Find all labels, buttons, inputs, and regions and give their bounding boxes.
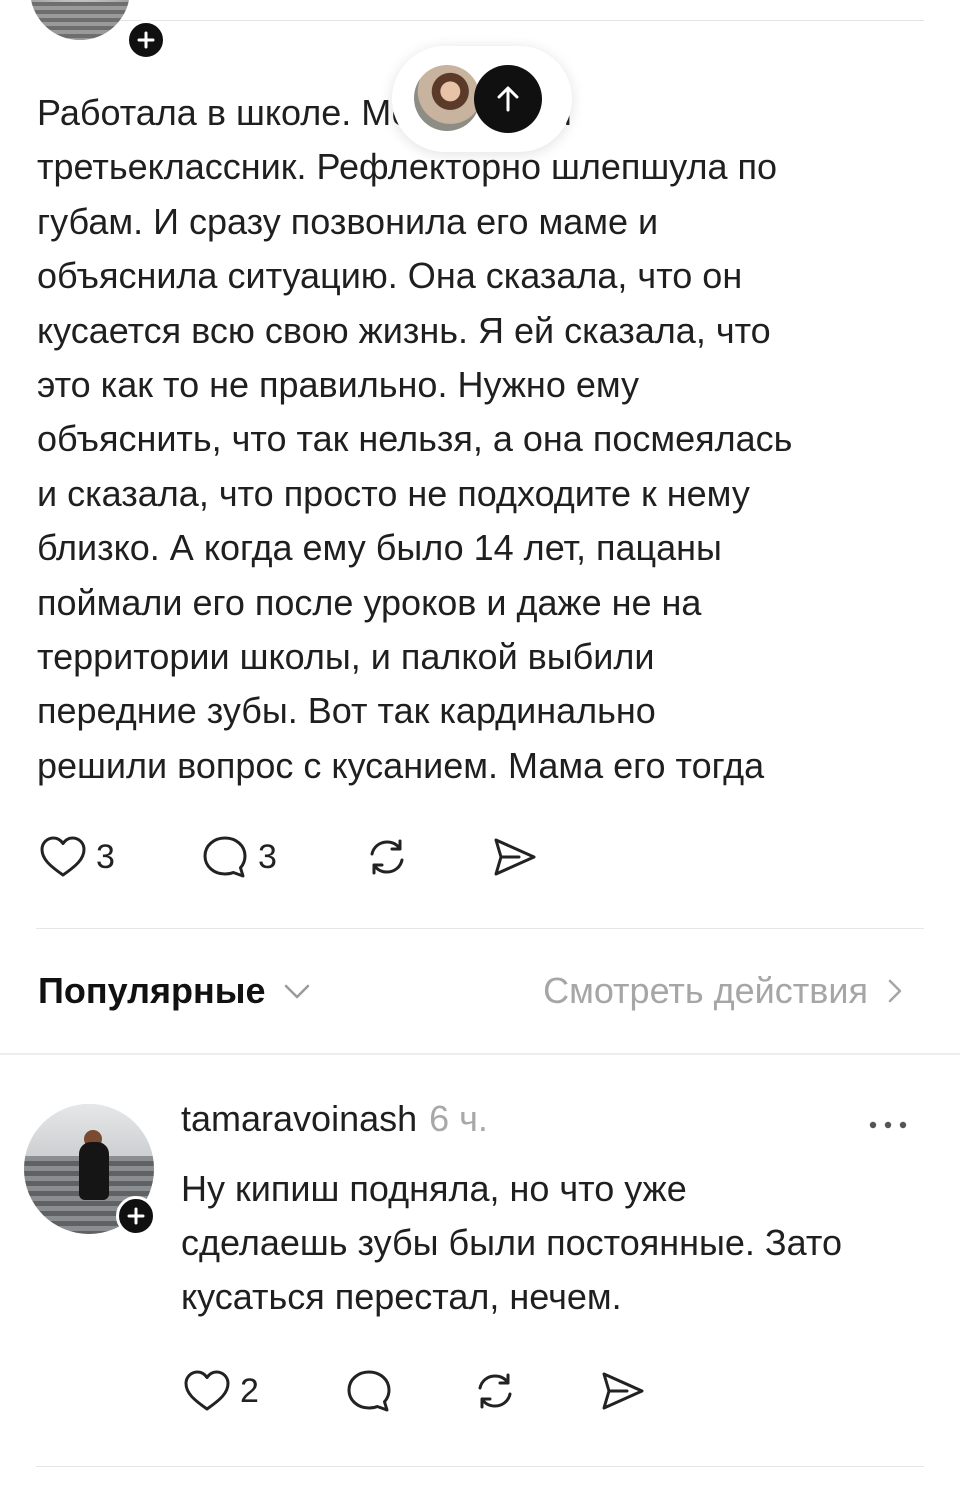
comment-body: Ну кипиш подняла, но что уже сделаешь зу… xyxy=(181,1162,931,1324)
section-divider xyxy=(0,1053,960,1055)
post-like-button[interactable]: 3 xyxy=(36,830,115,884)
post-line: это как то не правильно. Нужно ему xyxy=(37,364,640,406)
post-line: кусается всю свою жизнь. Я ей сказала, ч… xyxy=(37,309,771,351)
chevron-right-icon xyxy=(888,979,902,1003)
plus-icon xyxy=(127,1207,145,1225)
chevron-down-icon xyxy=(284,984,309,999)
view-activity-label: Смотреть действия xyxy=(543,970,868,1011)
post-body: Работала в школе. Меня укусил третьеклас… xyxy=(37,86,917,793)
comment-like-count: 2 xyxy=(240,1371,259,1410)
view-activity-link[interactable]: Смотреть действия xyxy=(543,970,910,1012)
post-line: передние зубы. Вот так кардинально xyxy=(37,690,656,732)
comment-header: tamaravoinash 6 ч. xyxy=(181,1098,488,1140)
post-line: объяснить, что так нельзя, а она посмеял… xyxy=(37,418,793,460)
top-divider xyxy=(40,20,924,21)
more-icon[interactable] xyxy=(866,1112,910,1138)
scroll-to-top-button[interactable] xyxy=(474,65,542,133)
actions-divider xyxy=(36,928,924,929)
comment-line: сделаешь зубы были постоянные. Зато xyxy=(181,1222,842,1263)
arrow-up-icon xyxy=(497,86,519,112)
comment-timestamp: 6 ч. xyxy=(429,1098,488,1139)
scroll-to-top-pill[interactable] xyxy=(392,46,572,152)
comment-like-button[interactable]: 2 xyxy=(180,1364,259,1418)
sort-label: Популярные xyxy=(38,970,266,1011)
follow-post-author-button[interactable] xyxy=(126,20,166,60)
post-line: поймали его после уроков и даже не на xyxy=(37,581,702,623)
post-line: близко. А когда ему было 14 лет, пацаны xyxy=(37,527,722,569)
comment-reply-button[interactable] xyxy=(342,1364,396,1418)
comment-line: Ну кипиш подняла, но что уже xyxy=(181,1168,687,1209)
comment-username[interactable]: tamaravoinash xyxy=(181,1098,417,1139)
pill-avatar xyxy=(414,65,480,131)
post-repost-button[interactable] xyxy=(360,830,414,884)
post-author-avatar[interactable] xyxy=(30,0,130,40)
post-line: губам. И сразу позвонила его маме и xyxy=(37,200,659,242)
plus-icon xyxy=(137,31,155,49)
heart-icon xyxy=(184,1370,230,1411)
follow-comment-author-button[interactable] xyxy=(116,1196,156,1236)
comment-repost-button[interactable] xyxy=(468,1364,522,1418)
sort-dropdown[interactable]: Популярные xyxy=(38,970,314,1012)
comment-icon xyxy=(347,1370,391,1412)
bottom-divider xyxy=(36,1466,924,1467)
post-line: объяснила ситуацию. Она сказала, что он xyxy=(37,255,743,297)
comment-share-button[interactable] xyxy=(596,1364,650,1418)
comment-line: кусаться перестал, нечем. xyxy=(181,1276,622,1317)
post-line: и сказала, что просто не подходите к нем… xyxy=(37,472,750,514)
post-line: территории школы, и палкой выбили xyxy=(37,636,655,678)
repost-icon xyxy=(370,839,404,875)
comment-icon xyxy=(203,836,247,878)
heart-icon xyxy=(40,836,86,877)
post-share-button[interactable] xyxy=(488,830,542,884)
post-like-count: 3 xyxy=(96,837,115,876)
post-comment-count: 3 xyxy=(258,837,277,876)
repost-icon xyxy=(478,1373,512,1409)
send-icon xyxy=(494,838,536,876)
post-comment-button[interactable]: 3 xyxy=(198,830,277,884)
post-line: решили вопрос с кусанием. Мама его тогда xyxy=(37,744,765,786)
send-icon xyxy=(602,1372,644,1410)
